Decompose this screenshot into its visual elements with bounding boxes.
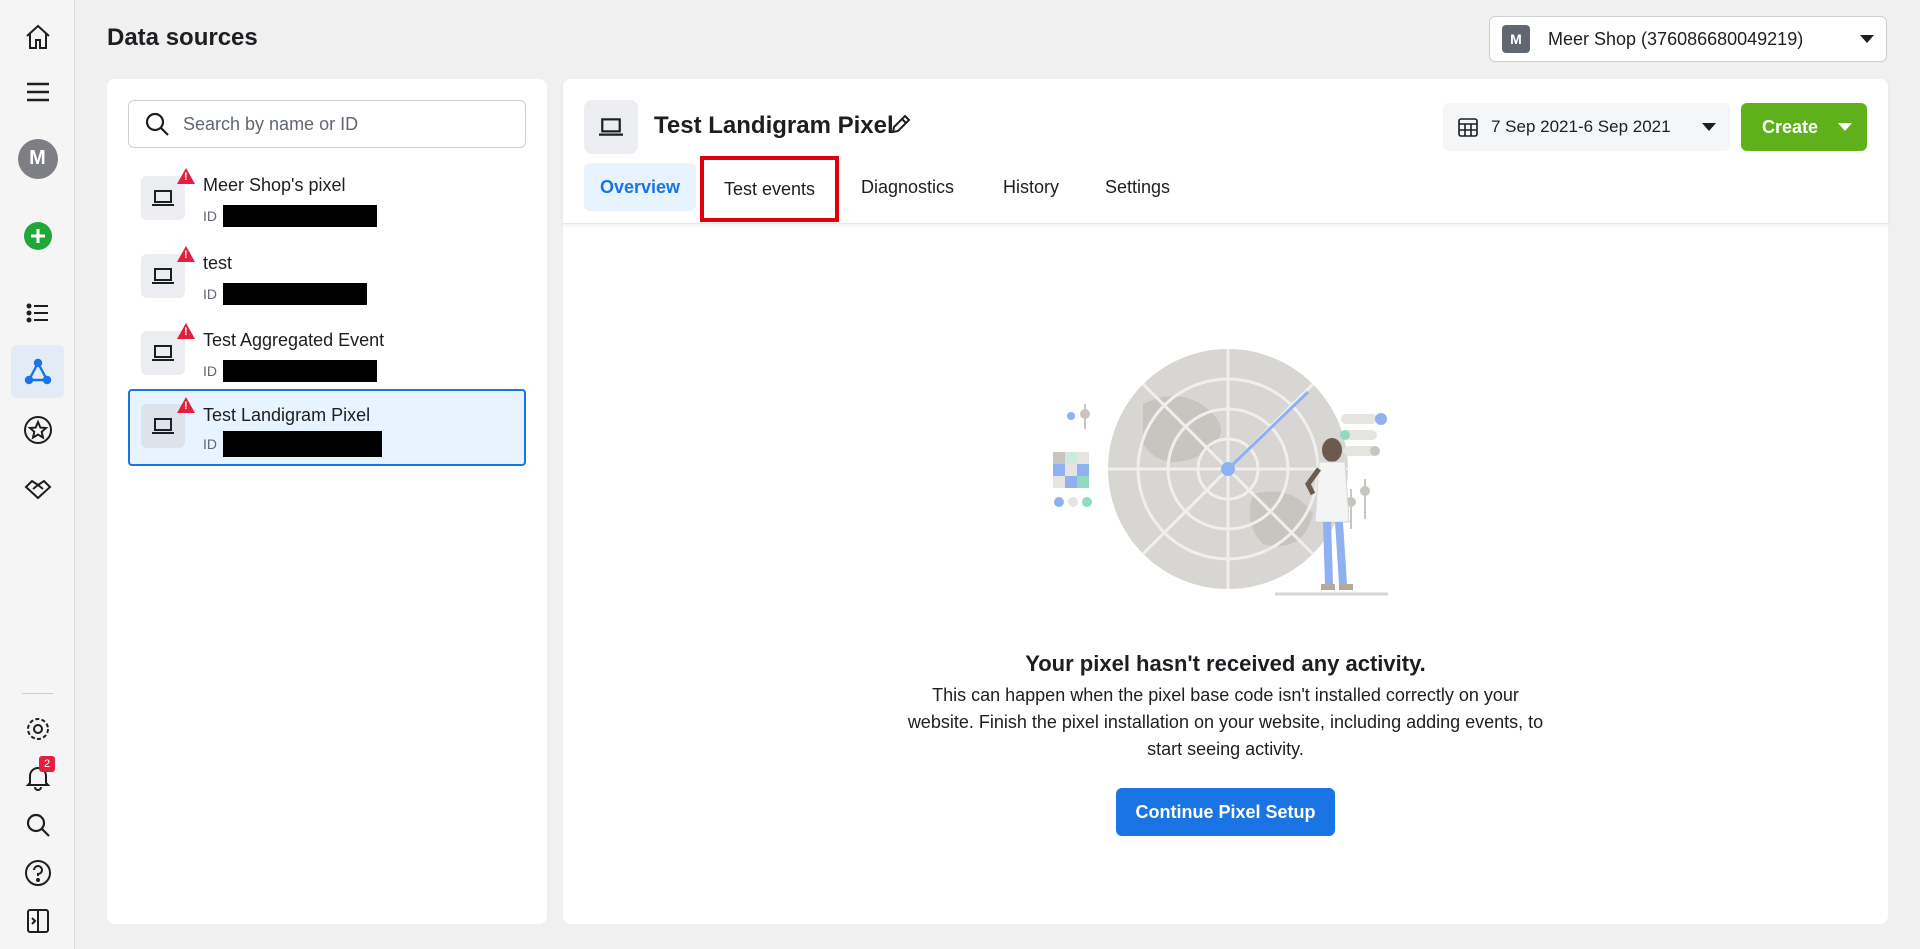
- page-title: Data sources: [107, 24, 258, 51]
- data-sources-icon[interactable]: [11, 345, 64, 398]
- add-icon[interactable]: [11, 209, 64, 262]
- search-icon: [145, 112, 169, 136]
- account-badge: M: [1502, 25, 1530, 53]
- search-icon[interactable]: [11, 798, 64, 851]
- search-input[interactable]: [183, 113, 503, 135]
- notification-badge: 2: [39, 756, 55, 772]
- notifications-icon[interactable]: 2: [11, 750, 64, 803]
- warning-icon: !: [177, 246, 195, 262]
- chevron-down-icon: [1838, 123, 1853, 131]
- menu-icon[interactable]: [11, 65, 64, 118]
- empty-state-title: Your pixel hasn't received any activity.: [1025, 651, 1426, 676]
- chevron-down-icon: [1860, 35, 1874, 43]
- pixel-list-item[interactable]: ! Meer Shop's pixel ID: [128, 165, 526, 240]
- left-rail: M 2: [0, 0, 75, 949]
- rail-divider: [22, 693, 53, 694]
- date-range-picker[interactable]: 7 Sep 2021-6 Sep 2021: [1443, 103, 1730, 151]
- star-icon[interactable]: [11, 403, 64, 456]
- warning-icon: !: [177, 397, 195, 413]
- tab-settings[interactable]: Settings: [1089, 163, 1186, 211]
- pixel-list-item[interactable]: ! Test Aggregated Event ID: [128, 320, 526, 395]
- list-icon[interactable]: [11, 286, 64, 339]
- date-range-text: 7 Sep 2021-6 Sep 2021: [1491, 117, 1671, 136]
- pixel-name: Test Aggregated Event: [203, 330, 385, 350]
- settings-icon[interactable]: [11, 702, 64, 755]
- pixel-detail-panel: Test Landigram Pixel 7 Sep 2021-6 Sep 20…: [563, 79, 1888, 924]
- avatar[interactable]: M: [11, 132, 64, 185]
- pixel-id: ID: [203, 283, 367, 305]
- empty-state-description: This can happen when the pixel base code…: [907, 685, 1544, 759]
- radar-illustration: [1053, 349, 1388, 596]
- pixel-id: ID: [203, 431, 382, 457]
- pixel-id: ID: [203, 360, 377, 382]
- redacted-id: [223, 360, 377, 382]
- pixel-list-item-selected[interactable]: ! Test Landigram Pixel ID: [128, 389, 526, 466]
- pixel-id: ID: [203, 205, 377, 227]
- warning-icon: !: [177, 168, 195, 184]
- chevron-down-icon: [1702, 123, 1716, 131]
- redacted-id: [223, 283, 367, 305]
- pixel-name: Meer Shop's pixel: [203, 175, 346, 195]
- tab-diagnostics[interactable]: Diagnostics: [845, 163, 970, 211]
- tab-history[interactable]: History: [987, 163, 1075, 211]
- pixel-list-item[interactable]: ! test ID: [128, 243, 526, 318]
- data-source-list-panel: ! Meer Shop's pixel ID ! test ID ! Test …: [107, 79, 547, 924]
- home-icon[interactable]: [11, 10, 64, 63]
- calendar-icon: [1458, 118, 1478, 137]
- tab-test-events[interactable]: Test events: [700, 156, 839, 222]
- warning-icon: !: [177, 323, 195, 339]
- help-icon[interactable]: [11, 846, 64, 899]
- account-selector[interactable]: M Meer Shop (376086680049219): [1489, 16, 1887, 62]
- edit-pencil-icon[interactable]: [889, 112, 913, 136]
- laptop-icon: [584, 100, 638, 154]
- tab-overview[interactable]: Overview: [584, 163, 697, 211]
- pixel-header: Test Landigram Pixel 7 Sep 2021-6 Sep 20…: [563, 79, 1888, 224]
- pixel-name: Test Landigram Pixel: [203, 405, 371, 425]
- redacted-id: [223, 205, 377, 227]
- redacted-id: [223, 431, 382, 457]
- create-button[interactable]: Create: [1741, 103, 1867, 151]
- pixel-title: Test Landigram Pixel: [654, 112, 894, 139]
- account-name: Meer Shop (376086680049219): [1548, 28, 1804, 49]
- handshake-icon[interactable]: [11, 462, 64, 515]
- pixel-name: test: [203, 253, 233, 273]
- continue-pixel-setup-button[interactable]: Continue Pixel Setup: [1116, 788, 1335, 836]
- search-box[interactable]: [128, 100, 526, 148]
- sidebar-toggle-icon[interactable]: [11, 894, 64, 947]
